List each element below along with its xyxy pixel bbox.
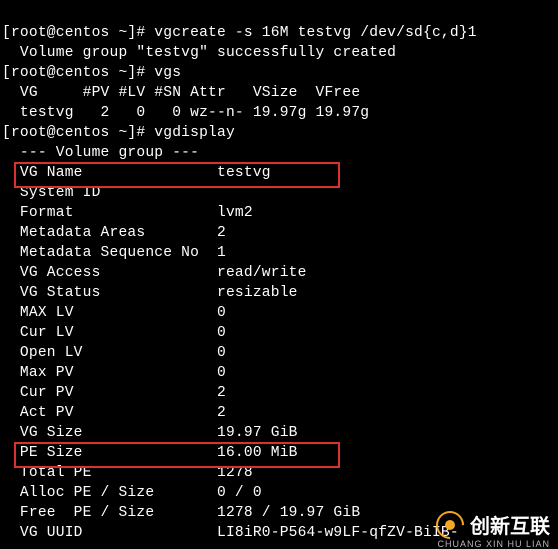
watermark: 创新互联 CHUANG XIN HU LIAN bbox=[436, 510, 550, 539]
watermark-logo-icon bbox=[436, 511, 464, 539]
terminal-output: [root@centos ~]# vgcreate -s 16M testvg … bbox=[0, 0, 558, 543]
watermark-brand: 创新互联 bbox=[470, 510, 550, 539]
watermark-sub: CHUANG XIN HU LIAN bbox=[437, 539, 550, 549]
